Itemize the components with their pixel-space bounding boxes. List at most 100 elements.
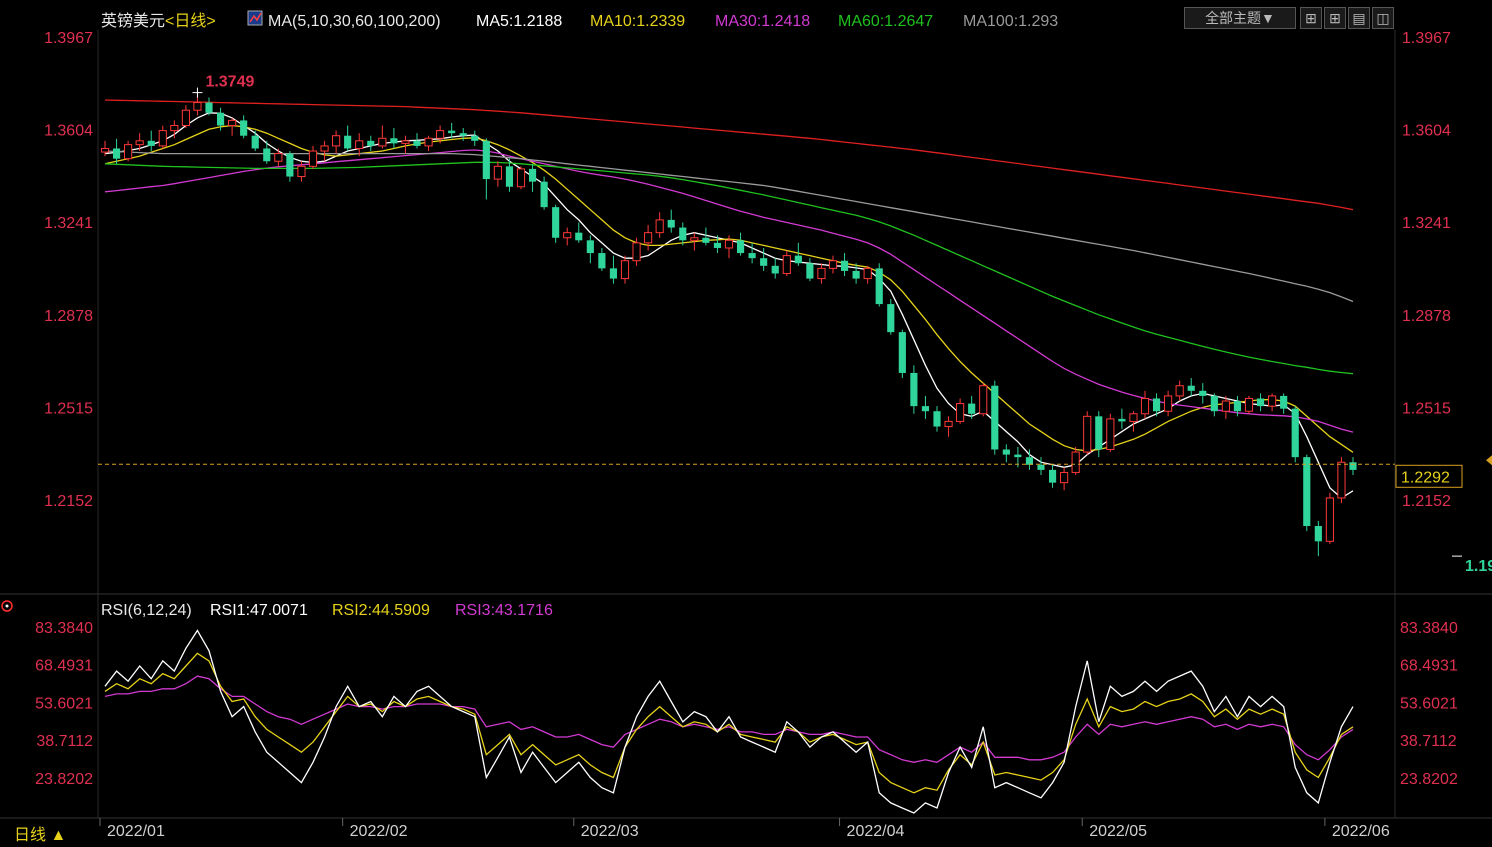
candle-body (956, 403, 965, 422)
date-tick-label: 2022/02 (350, 823, 408, 840)
candle-body (124, 144, 133, 160)
price-tick-label: 1.2515 (1402, 400, 1451, 417)
grid-icon[interactable]: ⊞ (1324, 7, 1346, 29)
candle-body (921, 406, 930, 412)
candle-body (887, 304, 895, 333)
theme-dropdown-button[interactable]: 全部主题▼ (1184, 7, 1296, 29)
indicator-settings-icon[interactable] (247, 10, 263, 26)
date-tick-label: 2022/04 (847, 823, 905, 840)
candle-body (135, 140, 144, 146)
candle-body (598, 253, 606, 269)
candle-body (1337, 461, 1346, 499)
min-price-label: 1.1932 (1465, 558, 1492, 575)
candle-body (147, 140, 155, 146)
date-tick-label: 2022/05 (1089, 823, 1147, 840)
candle-body (240, 120, 248, 136)
candle-body (170, 125, 179, 132)
candle-body (760, 258, 768, 266)
candle-body (1071, 451, 1080, 473)
candle-body (1002, 449, 1010, 455)
candle-body (1221, 400, 1230, 412)
candle-body (181, 109, 190, 127)
candle-body (158, 130, 167, 147)
rsi-tick-label: 68.4931 (1400, 658, 1458, 675)
candle-body (1095, 416, 1103, 450)
current-price-label: 1.2292 (1401, 469, 1450, 486)
price-markers: 1.3749 1.1932 1.2292 (98, 74, 1492, 575)
ma30-line (104, 149, 1354, 433)
candle-body (724, 239, 734, 249)
rsi1-value: RSI1:47.0071 (210, 602, 308, 619)
rsi-tick-label: 23.8202 (35, 771, 93, 788)
rsi-lines (104, 629, 1354, 814)
candle-body (367, 140, 375, 146)
candle-body (297, 165, 306, 178)
rsi-settings-icon[interactable] (1, 600, 13, 612)
rsi3-value: RSI3:43.1716 (455, 602, 553, 619)
candle-body (1291, 408, 1299, 458)
grid-icon[interactable]: ⊞ (1300, 7, 1322, 29)
candle-body (1083, 415, 1092, 453)
candle-body (968, 403, 976, 414)
candle-body (1256, 398, 1265, 407)
candle-body (482, 140, 490, 180)
candle-body (828, 260, 838, 269)
candle-body (632, 242, 641, 262)
rsi-tick-label: 68.4931 (35, 658, 93, 675)
candle-body (1325, 497, 1334, 542)
ma10-value: MA10:1.2339 (590, 13, 685, 30)
candle-body (332, 135, 341, 147)
candle-body (1164, 395, 1173, 412)
rsi3-line (104, 675, 1354, 763)
candle-body (471, 135, 479, 141)
rsi-params: RSI(6,12,24) (101, 602, 192, 619)
forex-chart[interactable]: 英镑美元 <日线> MA(5,10,30,60,100,200) MA5:1.2… (0, 0, 1492, 847)
candle-body (112, 148, 121, 159)
candle-body (344, 135, 352, 149)
candle-body (355, 140, 364, 149)
candle-body (690, 237, 699, 241)
candle-body (655, 219, 664, 234)
candle-body (736, 240, 745, 254)
chart-icon[interactable]: ▤ (1348, 7, 1370, 29)
candle-body (493, 165, 502, 180)
candle-body (575, 232, 583, 241)
candle-body (263, 148, 271, 162)
candle-body (540, 181, 548, 208)
price-tick-label: 1.3241 (1402, 215, 1451, 232)
rsi-tick-label: 53.6021 (1400, 696, 1458, 713)
candle-body (1268, 395, 1277, 407)
rsi-tick-label: 83.3840 (35, 620, 93, 637)
candle-body (667, 219, 675, 228)
candle-body (193, 102, 202, 111)
candle-body (1349, 462, 1357, 470)
candle-body (979, 385, 988, 415)
chart-icon[interactable]: ◫ (1372, 7, 1394, 29)
ma60-line (104, 161, 1354, 375)
price-tick-label: 1.3604 (44, 123, 93, 140)
candle-body (1233, 401, 1242, 412)
candle-body (852, 270, 860, 279)
candle-body (609, 268, 618, 279)
candle-body (586, 240, 594, 254)
candle-body (205, 102, 213, 113)
rsi-tick-label: 38.7112 (1400, 733, 1457, 750)
candle-body (991, 385, 999, 450)
rsi-tick-label: 23.8202 (1400, 771, 1458, 788)
rsi2-value: RSI2:44.5909 (332, 602, 430, 619)
candle-body (308, 150, 318, 167)
date-tick-label: 2022/06 (1332, 823, 1390, 840)
rsi2-line (104, 652, 1354, 794)
candle-body (413, 140, 421, 146)
candle-body (1048, 469, 1057, 483)
candle-body (644, 232, 653, 244)
candle-body (771, 265, 779, 274)
price-tick-label: 1.3967 (44, 30, 93, 47)
period-switch[interactable]: 日线 ▲ (14, 826, 66, 844)
period-label[interactable]: <日线> (165, 12, 216, 30)
price-tick-label: 1.2878 (44, 308, 93, 325)
candle-body (898, 332, 906, 373)
rsi-tick-label: 53.6021 (35, 696, 93, 713)
candle-body (378, 137, 387, 147)
candle-body (505, 166, 514, 187)
